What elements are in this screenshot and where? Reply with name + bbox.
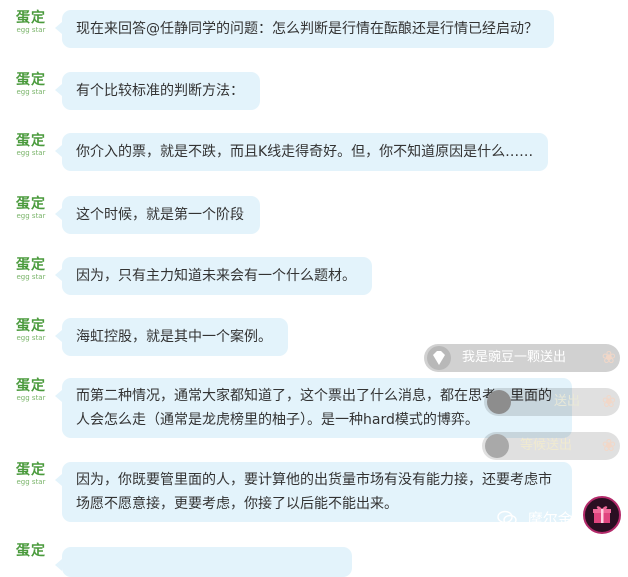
avatar-brand-en: egg star <box>16 149 46 157</box>
message-text: 因为，你既要管里面的人，要计算他的出货量市场有没有能力接，还要考虑市场愿不愿意接… <box>76 472 552 512</box>
danmaku-text: 送出 <box>554 394 581 409</box>
avatar-brand-en: egg star <box>16 212 46 220</box>
avatar-brand-en: egg star <box>16 394 46 402</box>
avatar: 蛋定 egg star <box>14 257 48 287</box>
flower-icon: ❀ <box>601 436 616 456</box>
message-bubble: 因为，只有主力知道未来会有一个什么题材。 <box>55 257 372 295</box>
message-text: 现在来回答@任静同学的问题：怎么判断是行情在酝酿还是行情已经启动？ <box>76 21 538 37</box>
avatar-brand-en: egg star <box>16 334 46 342</box>
avatar-brand-en: egg star <box>16 273 46 281</box>
avatar-brand-cn: 蛋定 <box>16 133 46 149</box>
avatar: 蛋定 egg star <box>14 318 48 348</box>
avatar: 蛋定 egg star <box>14 72 48 102</box>
avatar: 蛋定 egg star <box>14 10 48 40</box>
message-text: 海虹控股，就是其中一个案例。 <box>76 329 272 345</box>
diamond-icon <box>427 346 451 370</box>
avatar-icon <box>487 390 511 414</box>
avatar-brand-cn: 蛋定 <box>16 378 46 394</box>
chat-transcript: 蛋定 egg star 现在来回答@任静同学的问题：怎么判断是行情在酝酿还是行情… <box>0 0 628 577</box>
wechat-icon <box>497 507 517 526</box>
message-text: 你介入的票，就是不跌，而且K线走得奇好。但，你不知道原因是什么…… <box>76 144 534 160</box>
message-bubble: 你介入的票，就是不跌，而且K线走得奇好。但，你不知道原因是什么…… <box>55 133 548 171</box>
danmaku-item: 我是豌豆一颗送出 ❀ <box>424 344 620 372</box>
avatar-brand-en: egg star <box>16 26 46 34</box>
avatar-brand-cn: 蛋定 <box>16 10 46 26</box>
watermark: 摩尔金融 <box>497 505 588 533</box>
gift-icon <box>593 506 611 523</box>
flower-icon: ❀ <box>601 392 616 412</box>
avatar-brand-cn: 蛋定 <box>16 196 46 212</box>
danmaku-text: 等候送出 <box>520 438 573 453</box>
avatar: 蛋定 egg star <box>14 133 48 163</box>
avatar: 蛋定 egg star <box>14 462 48 492</box>
message-bubble: 海虹控股，就是其中一个案例。 <box>55 318 288 356</box>
danmaku-item: 送出 ❀ <box>484 388 620 416</box>
avatar: 蛋定 egg star <box>14 378 48 408</box>
message-bubble: 有个比较标准的判断方法： <box>55 72 260 110</box>
avatar-brand-en: egg star <box>16 478 46 486</box>
avatar-brand-cn: 蛋定 <box>16 318 46 334</box>
avatar: 蛋定 egg star <box>14 196 48 226</box>
message-bubble: 现在来回答@任静同学的问题：怎么判断是行情在酝酿还是行情已经启动？ <box>55 10 554 48</box>
avatar-brand-cn: 蛋定 <box>16 543 46 559</box>
message-bubble <box>55 547 352 577</box>
avatar-brand-en: egg star <box>16 88 46 96</box>
message-text: 这个时候，就是第一个阶段 <box>76 207 244 223</box>
gift-button[interactable] <box>583 496 621 534</box>
message-text: 而第二种情况，通常大家都知道了，这个票出了什么消息，都在思考，里面的人会怎么走（… <box>76 388 552 428</box>
message-bubble: 因为，你既要管里面的人，要计算他的出货量市场有没有能力接，还要考虑市场愿不愿意接… <box>55 462 572 522</box>
danmaku-item: 等候送出 ❀ <box>482 432 620 460</box>
watermark-text: 摩尔金融 <box>527 510 588 528</box>
flower-icon: ❀ <box>601 348 616 368</box>
message-bubble: 这个时候，就是第一个阶段 <box>55 196 260 234</box>
danmaku-text: 我是豌豆一颗送出 <box>462 350 567 365</box>
avatar-brand-cn: 蛋定 <box>16 72 46 88</box>
message-text: 因为，只有主力知道未来会有一个什么题材。 <box>76 268 356 284</box>
avatar-brand-cn: 蛋定 <box>16 257 46 273</box>
avatar: 蛋定 <box>14 543 48 573</box>
message-text: 有个比较标准的判断方法： <box>76 83 244 99</box>
avatar-icon <box>485 434 509 458</box>
avatar-brand-cn: 蛋定 <box>16 462 46 478</box>
